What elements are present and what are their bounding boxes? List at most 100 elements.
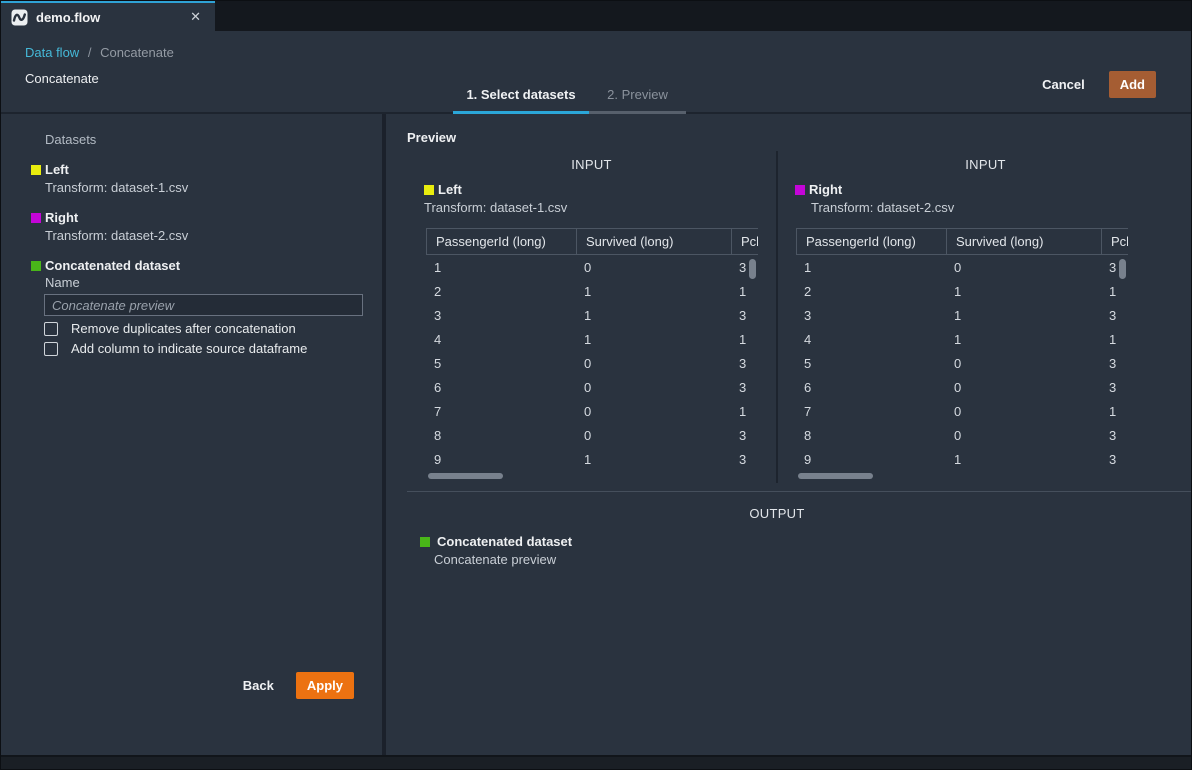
- body: Datasets Left Transform: dataset-1.csv R…: [1, 114, 1191, 755]
- left-table-rows: 103211313411503603701803913: [426, 255, 758, 471]
- page-title: Concatenate: [25, 71, 99, 86]
- table-cell: 1: [731, 404, 758, 419]
- right-data-table: PassengerId (long) Survived (long) Pclas…: [796, 228, 1128, 481]
- table-cell: 0: [946, 404, 1101, 419]
- table-cell: 0: [946, 428, 1101, 443]
- cancel-button[interactable]: Cancel: [1042, 77, 1085, 92]
- table-cell: 3: [1101, 452, 1128, 467]
- table-row: 313: [426, 303, 758, 327]
- datasets-heading: Datasets: [45, 132, 382, 147]
- table-cell: 3: [796, 308, 946, 323]
- table-row: 103: [426, 255, 758, 279]
- table-cell: 3: [731, 380, 758, 395]
- table-row: 411: [426, 327, 758, 351]
- header-actions: Cancel Add: [1042, 71, 1156, 98]
- table-cell: 9: [796, 452, 946, 467]
- table-row: 603: [426, 375, 758, 399]
- table-cell: 3: [731, 308, 758, 323]
- status-bar: [1, 755, 1191, 769]
- table-cell: 1: [1101, 284, 1128, 299]
- vertical-scrollbar[interactable]: [749, 259, 756, 279]
- dataset-item-left: Left: [31, 162, 382, 177]
- tab-demo-flow[interactable]: demo.flow ✕: [1, 1, 215, 31]
- table-cell: 3: [1101, 428, 1128, 443]
- table-row: 803: [796, 423, 1128, 447]
- table-cell: 0: [946, 260, 1101, 275]
- io-wrap: INPUT Left Transform: dataset-1.csv Pass…: [407, 151, 1191, 567]
- table-cell: 8: [426, 428, 576, 443]
- table-row: 503: [796, 351, 1128, 375]
- left-table-header: PassengerId (long) Survived (long) Pclas…: [426, 228, 758, 255]
- table-cell: 0: [576, 356, 731, 371]
- table-cell: 3: [731, 452, 758, 467]
- table-cell: 0: [946, 380, 1101, 395]
- right-table-inner: PassengerId (long) Survived (long) Pclas…: [796, 228, 1128, 471]
- table-row: 913: [426, 447, 758, 471]
- table-row: 603: [796, 375, 1128, 399]
- tab-preview[interactable]: 2. Preview: [589, 79, 686, 114]
- table-cell: 7: [426, 404, 576, 419]
- table-cell: 5: [796, 356, 946, 371]
- column-header-pclass: Pclass (long): [731, 229, 758, 254]
- apply-button[interactable]: Apply: [296, 672, 354, 699]
- table-cell: 0: [576, 404, 731, 419]
- right-table-swatch: [795, 185, 805, 195]
- remove-duplicates-checkbox[interactable]: [44, 322, 58, 336]
- back-button[interactable]: Back: [243, 678, 274, 693]
- output-dataset-swatch: [420, 537, 430, 547]
- table-cell: 1: [576, 332, 731, 347]
- vertical-scrollbar[interactable]: [1119, 259, 1126, 279]
- table-cell: 5: [426, 356, 576, 371]
- dataset-item-right: Right: [31, 210, 382, 225]
- column-header-passengerid: PassengerId (long): [426, 229, 576, 254]
- step-tabs: 1. Select datasets 2. Preview: [453, 79, 686, 114]
- breadcrumb: Data flow / Concatenate: [25, 45, 174, 60]
- table-row: 103: [796, 255, 1128, 279]
- sidebar-actions: Back Apply: [31, 672, 382, 699]
- output-label: OUTPUT: [407, 506, 1147, 521]
- concatenated-dataset-label: Concatenated dataset: [45, 258, 180, 273]
- table-cell: 4: [426, 332, 576, 347]
- right-table-label: Right: [809, 182, 842, 197]
- left-table-inner: PassengerId (long) Survived (long) Pclas…: [426, 228, 758, 471]
- right-dataset-transform: Transform: dataset-2.csv: [45, 228, 382, 243]
- table-cell: 0: [576, 260, 731, 275]
- table-cell: 0: [576, 428, 731, 443]
- table-cell: 1: [796, 260, 946, 275]
- right-dataset-label: Right: [45, 210, 78, 225]
- right-table-header: PassengerId (long) Survived (long) Pclas…: [796, 228, 1128, 255]
- table-cell: 0: [576, 380, 731, 395]
- close-icon[interactable]: ✕: [186, 9, 205, 25]
- page-header: Data flow / Concatenate Concatenate 1. S…: [1, 31, 1191, 114]
- right-table-dataset: Right: [795, 182, 1177, 197]
- table-cell: 3: [1101, 308, 1128, 323]
- output-dataset-label: Concatenated dataset: [437, 534, 572, 549]
- table-cell: 6: [796, 380, 946, 395]
- left-table-dataset: Left: [424, 182, 776, 197]
- table-row: 313: [796, 303, 1128, 327]
- horizontal-scrollbar[interactable]: [428, 473, 503, 479]
- add-column-checkbox[interactable]: [44, 342, 58, 356]
- table-cell: 1: [946, 452, 1101, 467]
- add-column-row: Add column to indicate source dataframe: [44, 341, 382, 356]
- tab-select-datasets[interactable]: 1. Select datasets: [453, 79, 589, 114]
- name-input[interactable]: [44, 294, 363, 316]
- table-cell: 1: [576, 452, 731, 467]
- preview-panel: Preview INPUT Left Transform: dataset-1.…: [386, 114, 1191, 755]
- table-cell: 1: [731, 332, 758, 347]
- table-cell: 3: [1101, 380, 1128, 395]
- left-table-swatch: [424, 185, 434, 195]
- tab-bar: demo.flow ✕: [1, 1, 1191, 31]
- add-button[interactable]: Add: [1109, 71, 1156, 98]
- add-column-label: Add column to indicate source dataframe: [71, 341, 307, 356]
- name-label: Name: [45, 275, 382, 290]
- table-cell: 3: [1101, 356, 1128, 371]
- table-row: 701: [796, 399, 1128, 423]
- horizontal-scrollbar[interactable]: [798, 473, 873, 479]
- input-label-left: INPUT: [407, 151, 776, 172]
- remove-duplicates-label: Remove duplicates after concatenation: [71, 321, 296, 336]
- table-cell: 1: [576, 308, 731, 323]
- breadcrumb-data-flow-link[interactable]: Data flow: [25, 45, 79, 60]
- table-cell: 1: [946, 308, 1101, 323]
- input-section-left: INPUT Left Transform: dataset-1.csv Pass…: [407, 151, 778, 483]
